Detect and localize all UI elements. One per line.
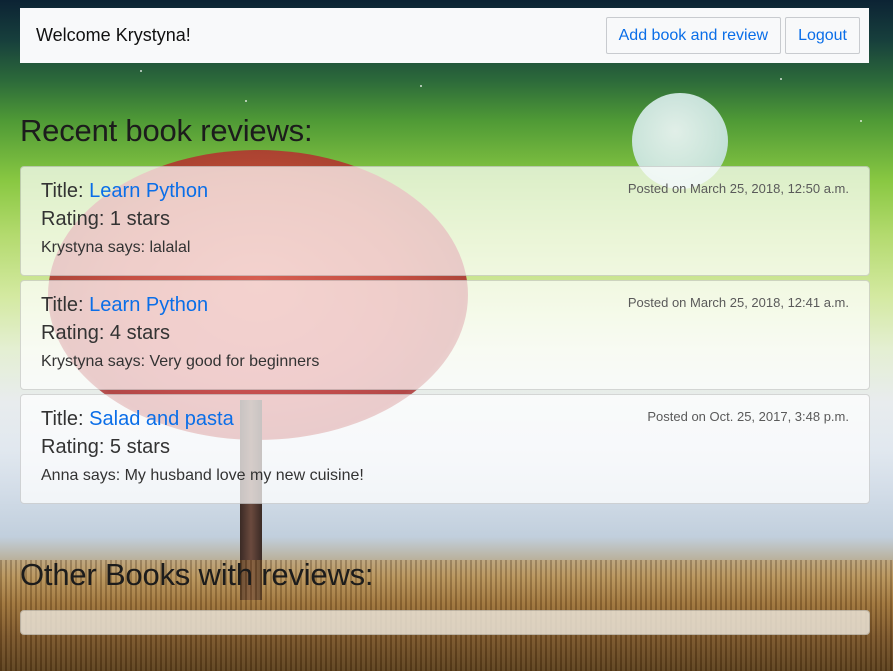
review-posted-date: Posted on March 25, 2018, 12:41 a.m. [627,295,849,310]
logout-button[interactable]: Logout [785,17,860,54]
star-dot [780,78,782,80]
star-dot [860,120,862,122]
review-text: Krystyna says: Very good for beginners [41,353,320,370]
review-rating: Rating: 5 stars [41,436,170,458]
book-title-link[interactable]: Learn Python [89,294,208,316]
book-title-link[interactable]: Salad and pasta [89,408,234,430]
review-card: Title: Learn Python Posted on March 25, … [20,166,870,276]
review-rating: Rating: 4 stars [41,322,170,344]
review-title: Title: Salad and pasta [41,408,234,431]
review-text: Anna says: My husband love my new cuisin… [41,467,364,484]
review-card: Title: Salad and pasta Posted on Oct. 25… [20,394,870,504]
welcome-message: Welcome Krystyna! [36,25,191,45]
review-title: Title: Learn Python [41,294,208,317]
review-title-label: Title: [41,294,84,316]
star-dot [245,100,247,102]
review-title: Title: Learn Python [41,180,208,203]
navbar-actions: Add book and review Logout [605,17,860,54]
star-dot [140,70,142,72]
add-book-review-button[interactable]: Add book and review [605,17,782,54]
book-title-link[interactable]: Learn Python [89,180,208,202]
other-books-list [20,610,870,635]
top-navbar: Welcome Krystyna! Add book and review Lo… [20,8,869,63]
review-title-label: Title: [41,180,84,202]
review-list: Title: Learn Python Posted on March 25, … [20,166,870,508]
review-posted-date: Posted on Oct. 25, 2017, 3:48 p.m. [647,409,849,424]
review-rating: Rating: 1 stars [41,208,170,230]
recent-reviews-heading: Recent book reviews: [20,113,313,148]
review-posted-date: Posted on March 25, 2018, 12:50 a.m. [627,181,849,196]
review-card: Title: Learn Python Posted on March 25, … [20,280,870,390]
review-title-label: Title: [41,408,84,430]
other-books-heading: Other Books with reviews: [20,557,374,592]
review-text: Krystyna says: lalalal [41,239,191,256]
star-dot [420,85,422,87]
